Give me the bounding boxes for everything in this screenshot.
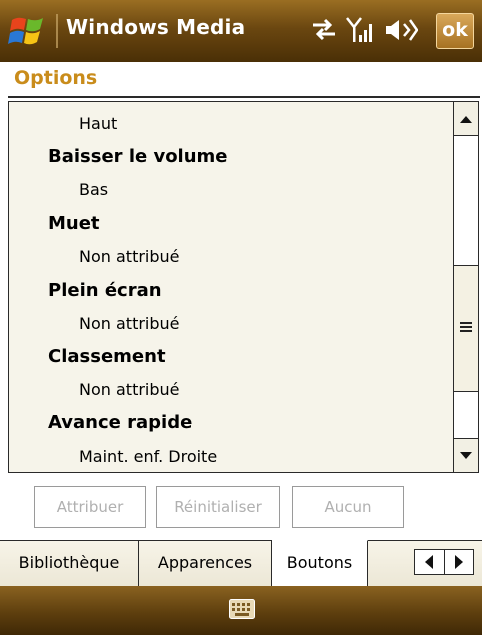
list-item[interactable]: Muet xyxy=(48,213,100,234)
list-item[interactable]: Non attribué xyxy=(79,314,180,333)
scroll-up-button[interactable] xyxy=(454,102,478,136)
menu-bar xyxy=(0,586,482,635)
title-bar: Windows Media ok xyxy=(0,0,482,62)
tab-skins[interactable]: Apparences xyxy=(139,540,272,586)
tab-scroll-control xyxy=(414,549,474,575)
tab-strip: Bibliothèque Apparences Boutons xyxy=(0,540,482,586)
keyboard-icon[interactable] xyxy=(229,599,255,623)
list-item[interactable]: Plein écran xyxy=(48,280,162,301)
tab-library[interactable]: Bibliothèque xyxy=(0,540,139,586)
list-item[interactable]: Baisser le volume xyxy=(48,146,228,167)
tab-scroll-left-button[interactable] xyxy=(415,550,445,574)
list-item[interactable]: Classement xyxy=(48,346,166,367)
list-item[interactable]: Non attribué xyxy=(79,380,180,399)
list-item[interactable]: Maint. enf. Droite xyxy=(79,447,217,466)
vertical-scrollbar[interactable] xyxy=(453,102,478,472)
tab-buttons[interactable]: Boutons xyxy=(272,540,368,586)
page-title: Options xyxy=(14,67,98,89)
start-icon[interactable] xyxy=(8,12,52,50)
list-item[interactable]: Non attribué xyxy=(79,247,180,266)
list-item[interactable]: Haut xyxy=(79,114,117,133)
title-separator xyxy=(56,14,58,48)
arrow-down-icon xyxy=(460,452,472,459)
arrow-right-icon xyxy=(455,555,463,569)
connectivity-icon[interactable] xyxy=(310,16,338,46)
button-assignment-list[interactable]: Haut Baisser le volume Bas Muet Non attr… xyxy=(8,101,479,473)
assign-button[interactable]: Attribuer xyxy=(34,486,146,528)
arrow-up-icon xyxy=(460,116,472,123)
tab-scroll-right-button[interactable] xyxy=(445,550,474,574)
grip-icon xyxy=(460,322,472,334)
reset-button[interactable]: Réinitialiser xyxy=(156,486,280,528)
app-title: Windows Media xyxy=(66,15,246,39)
list-item[interactable]: Avance rapide xyxy=(48,412,192,433)
title-divider xyxy=(8,96,480,98)
list-item[interactable]: Bas xyxy=(79,180,108,199)
arrow-left-icon xyxy=(425,555,433,569)
ok-button[interactable]: ok xyxy=(436,13,474,49)
signal-icon[interactable] xyxy=(345,16,373,48)
none-button[interactable]: Aucun xyxy=(292,486,404,528)
scroll-down-button[interactable] xyxy=(454,438,478,472)
volume-icon[interactable] xyxy=(384,16,419,48)
scroll-thumb[interactable] xyxy=(454,265,478,392)
